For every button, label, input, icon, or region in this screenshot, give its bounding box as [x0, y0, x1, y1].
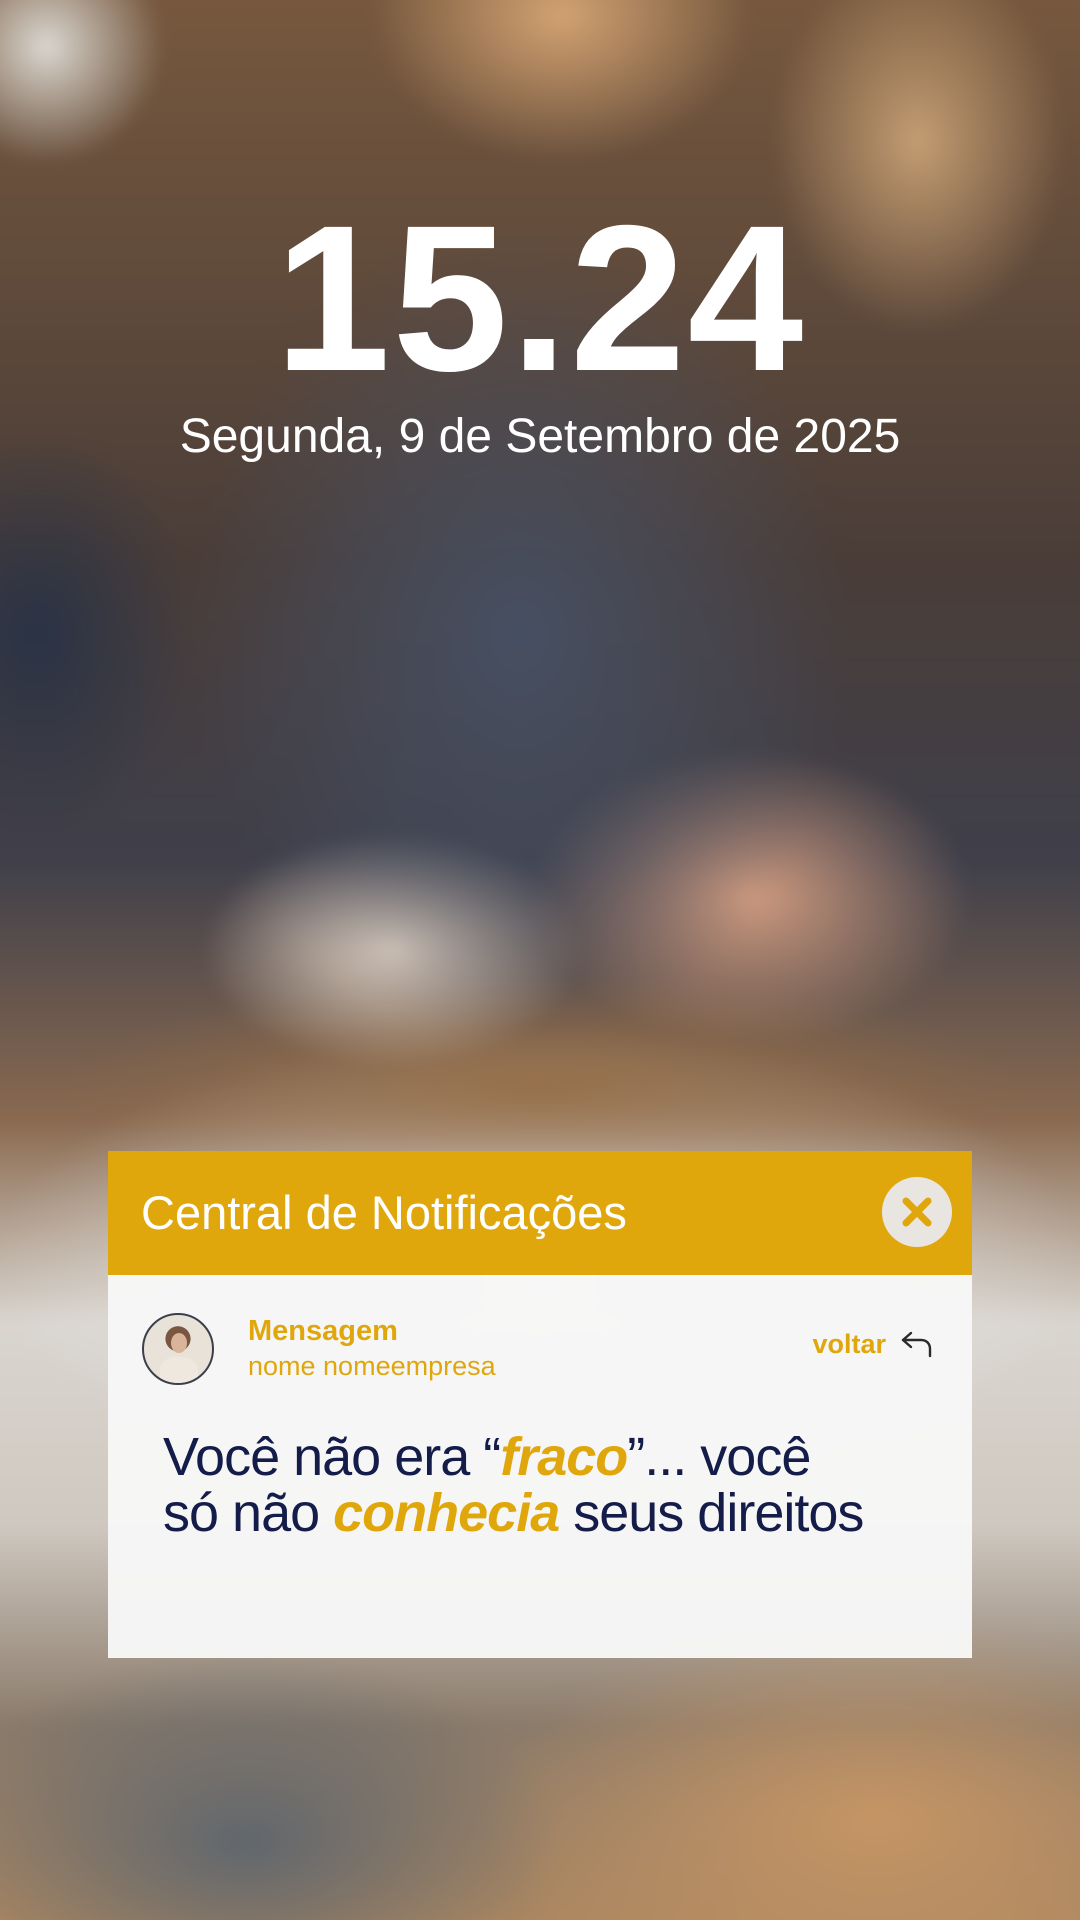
- reply-arrow-icon: [901, 1331, 932, 1358]
- message-part-4: seus direitos: [559, 1483, 864, 1543]
- message-sender: Mensagem: [248, 1315, 398, 1347]
- notification-panel-title: Central de Notificações: [141, 1186, 627, 1239]
- notification-panel: Central de Notificações Mensagem nome no…: [108, 1151, 972, 1658]
- back-label: voltar: [812, 1328, 886, 1359]
- message-highlight-fraco: fraco: [500, 1427, 628, 1487]
- close-button[interactable]: [882, 1177, 952, 1247]
- avatar: [142, 1313, 214, 1385]
- message-part-3: só não: [163, 1483, 334, 1543]
- close-x-icon: [902, 1197, 932, 1227]
- lockscreen-date: Segunda, 9 de Setembro de 2025: [179, 410, 901, 463]
- avatar-face: [171, 1333, 187, 1353]
- lockscreen-clock: 15.24: [274, 183, 806, 415]
- notification-item[interactable]: Mensagem nome nomeempresa voltar Você nã…: [108, 1275, 972, 1658]
- message-company: nome nomeempresa: [248, 1351, 496, 1381]
- message-part-1: Você não era “: [163, 1427, 501, 1487]
- message-part-2: ”... você: [627, 1427, 811, 1487]
- back-button[interactable]: voltar: [812, 1329, 934, 1359]
- message-highlight-conhecia: conhecia: [333, 1483, 560, 1543]
- avatar-body: [160, 1357, 198, 1383]
- message-text: Você não era “fraco”... você só não conh…: [163, 1429, 953, 1541]
- notification-panel-header: Central de Notificações: [108, 1151, 972, 1275]
